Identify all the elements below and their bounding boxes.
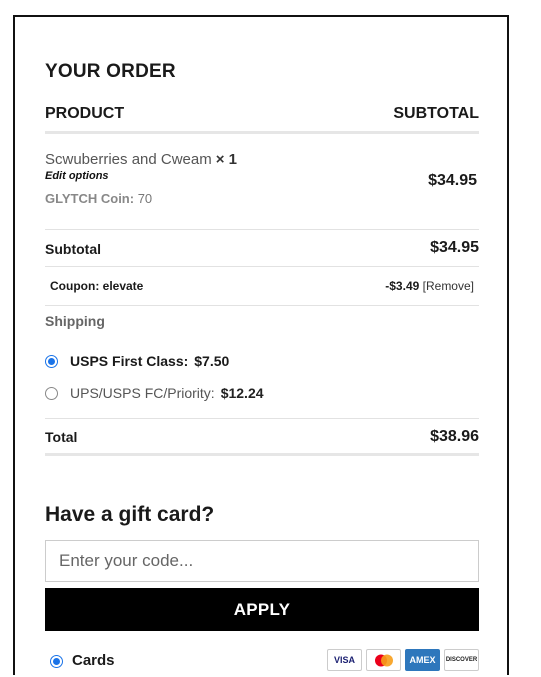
amex-icon: AMEX xyxy=(405,649,440,671)
divider xyxy=(45,229,479,230)
shipping-option-price: $12.24 xyxy=(220,385,264,401)
divider xyxy=(45,266,479,267)
product-title: Scwuberries and Cweam xyxy=(45,151,212,168)
divider xyxy=(45,305,479,306)
radio-selected-icon[interactable] xyxy=(45,354,58,368)
visa-icon: VISA xyxy=(327,649,362,671)
cards-label: Cards xyxy=(72,652,115,669)
payment-icons: VISA AMEX DISCOVER xyxy=(327,649,479,671)
coin-label: GLYTCH Coin: xyxy=(45,191,135,206)
discover-icon: DISCOVER xyxy=(444,649,479,671)
subtotal-row: Subtotal $34.95 xyxy=(45,239,479,257)
gift-card-title: Have a gift card? xyxy=(45,503,215,526)
apply-button[interactable]: APPLY xyxy=(45,588,479,631)
coupon-discount: -$3.49 xyxy=(385,279,420,293)
coupon-row: Coupon: elevate -$3.49 [Remove] xyxy=(45,279,479,293)
column-subtotal: SUBTOTAL xyxy=(393,105,479,122)
total-label: Total xyxy=(45,429,78,445)
coupon-amount: -$3.49 [Remove] xyxy=(385,279,474,293)
mastercard-icon xyxy=(366,649,401,671)
header-divider xyxy=(45,131,479,134)
product-name: Scwuberries and Cweam × 1 xyxy=(45,151,237,168)
total-row: Total $38.96 xyxy=(45,428,479,445)
order-summary-card: YOUR ORDER PRODUCT SUBTOTAL Scwuberries … xyxy=(13,15,509,675)
shipping-option-usps-first-class[interactable]: USPS First Class: $7.50 xyxy=(45,353,229,369)
remove-coupon-link[interactable]: [Remove] xyxy=(423,279,474,293)
total-value: $38.96 xyxy=(430,428,479,445)
edit-options-link[interactable]: Edit options xyxy=(45,170,109,182)
product-quantity: × 1 xyxy=(215,151,238,168)
coin-value: 70 xyxy=(137,191,153,206)
divider xyxy=(45,418,479,419)
total-divider xyxy=(45,453,479,456)
shipping-label: Shipping xyxy=(45,313,105,329)
radio-unselected-icon[interactable] xyxy=(45,386,58,400)
coupon-label: Coupon: elevate xyxy=(50,279,144,293)
subtotal-label: Subtotal xyxy=(45,241,101,257)
glytch-coin-info: GLYTCH Coin: 70 xyxy=(45,191,152,206)
shipping-option-label: USPS First Class: xyxy=(70,353,189,369)
column-product: PRODUCT xyxy=(45,105,125,122)
shipping-option-price: $7.50 xyxy=(194,353,230,369)
table-header: PRODUCT SUBTOTAL xyxy=(45,105,479,123)
payment-method-cards[interactable]: Cards VISA AMEX DISCOVER xyxy=(45,649,479,677)
order-title: YOUR ORDER xyxy=(45,61,176,82)
shipping-option-label: UPS/USPS FC/Priority: xyxy=(70,385,215,401)
subtotal-value: $34.95 xyxy=(430,239,479,256)
gift-code-input[interactable] xyxy=(45,540,479,582)
shipping-option-ups-usps-priority[interactable]: UPS/USPS FC/Priority: $12.24 xyxy=(45,385,264,401)
radio-selected-icon[interactable] xyxy=(50,655,63,668)
product-price: $34.95 xyxy=(428,172,477,189)
